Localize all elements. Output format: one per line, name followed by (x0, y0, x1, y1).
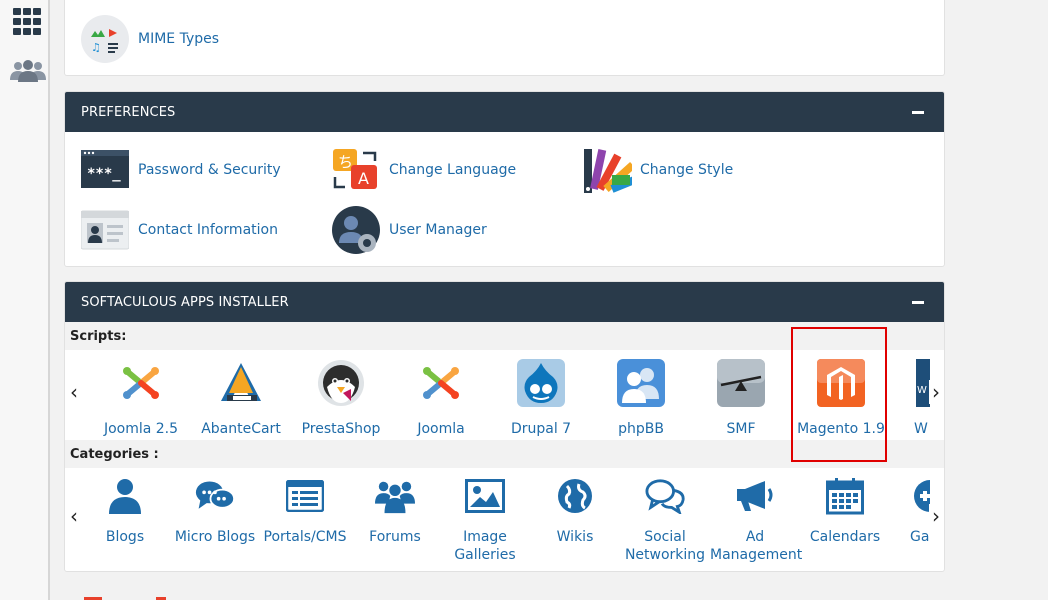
apps-grid-icon[interactable] (13, 8, 43, 36)
category-wikis[interactable]: Wikis (530, 476, 620, 546)
category-partial[interactable]: Ga (890, 476, 930, 546)
mime-types-icon: ♫ (80, 14, 130, 64)
category-portals-cms[interactable]: Portals/CMS (260, 476, 350, 546)
script-label: PrestaShop (301, 421, 381, 437)
user-manager-label: User Manager (389, 222, 487, 238)
script-phpbb[interactable]: phpBB (596, 358, 686, 438)
style-icon (582, 145, 632, 195)
softaculous-header[interactable]: SOFTACULOUS APPS INSTALLER (65, 282, 944, 322)
category-label: Social Networking (624, 529, 706, 563)
micro-blogs-icon (195, 476, 235, 516)
joomla-icon (416, 358, 466, 408)
password-icon: ***_ (80, 145, 130, 195)
category-label: Forums (369, 529, 421, 545)
preferences-header[interactable]: PREFERENCES (65, 92, 944, 132)
scripts-next-arrow[interactable]: › (929, 380, 943, 404)
category-blogs[interactable]: Blogs (80, 476, 170, 546)
category-forums[interactable]: Forums (350, 476, 440, 546)
partial-next-panel-icon (84, 597, 166, 600)
softaculous-title: SOFTACULOUS APPS INSTALLER (81, 294, 289, 310)
categories-next-arrow[interactable]: › (929, 504, 943, 528)
script-label: SMF (726, 421, 756, 437)
change-style-label: Change Style (640, 162, 734, 178)
category-label: Micro Blogs (174, 529, 256, 545)
drupal-icon (516, 358, 566, 408)
forums-icon (375, 476, 415, 516)
script-smf[interactable]: SMF (696, 358, 786, 438)
category-label: Blogs (105, 529, 145, 545)
script-prestashop[interactable]: PrestaShop (296, 358, 386, 438)
image-galleries-icon (465, 476, 505, 516)
change-language-label: Change Language (389, 162, 517, 178)
change-style-link[interactable]: Change Style (582, 145, 733, 195)
calendar-icon (825, 476, 865, 516)
language-icon: ち A (331, 145, 381, 195)
script-label: Joomla (417, 421, 465, 437)
script-partial[interactable]: W W (896, 358, 930, 438)
contact-information-label: Contact Information (138, 222, 278, 238)
prestashop-icon (316, 358, 366, 408)
category-label: Wikis (556, 529, 594, 545)
svg-text:***_: ***_ (87, 166, 121, 182)
script-label: W (914, 421, 928, 437)
megaphone-icon (735, 476, 775, 516)
mime-types-link[interactable]: ♫ MIME Types (80, 14, 219, 64)
category-label: Portals/CMS (263, 529, 347, 545)
files-panel: ♫ MIME Types (64, 0, 945, 76)
category-calendars[interactable]: Calendars (800, 476, 890, 546)
category-label: Calendars (809, 529, 881, 545)
category-micro-blogs[interactable]: Micro Blogs (170, 476, 260, 546)
games-icon (912, 476, 930, 516)
script-label: AbanteCart (201, 421, 281, 437)
smf-icon (716, 358, 766, 408)
script-label: Joomla 2.5 (103, 421, 179, 437)
highlight-box (791, 327, 887, 462)
password-security-link[interactable]: ***_ Password & Security (80, 145, 281, 195)
categories-carousel: ‹ Blogs Micro Blogs Portals/CMS Forums I… (65, 468, 944, 571)
svg-text:A: A (358, 169, 369, 188)
users-icon[interactable] (10, 58, 46, 82)
script-abantecart[interactable]: AbanteCart (196, 358, 286, 438)
portals-cms-icon (285, 476, 325, 516)
social-networking-icon (645, 476, 685, 516)
abantecart-icon (216, 358, 266, 408)
phpbb-icon (616, 358, 666, 408)
blogs-icon (105, 476, 145, 516)
category-label: Image Galleries (454, 529, 516, 563)
category-ad-management[interactable]: Ad Management (710, 476, 803, 564)
user-manager-link[interactable]: User Manager (331, 205, 487, 255)
mime-types-label: MIME Types (138, 31, 220, 47)
user-manager-icon (331, 205, 381, 255)
contact-icon (80, 205, 130, 255)
password-security-label: Password & Security (138, 162, 281, 178)
collapse-icon[interactable] (912, 300, 924, 304)
svg-text:W: W (917, 385, 927, 396)
category-image-galleries[interactable]: Image Galleries (440, 476, 530, 564)
category-label: Ga (910, 529, 930, 545)
joomla-icon (116, 358, 166, 408)
preferences-panel: PREFERENCES ***_ Password & Security ち A (64, 91, 945, 267)
script-label: Drupal 7 (510, 421, 572, 437)
svg-text:ち: ち (338, 153, 353, 171)
svg-text:♫: ♫ (91, 41, 101, 54)
category-social-networking[interactable]: Social Networking (620, 476, 710, 564)
contact-information-link[interactable]: Contact Information (80, 205, 278, 255)
scripts-prev-arrow[interactable]: ‹ (67, 380, 81, 404)
categories-prev-arrow[interactable]: ‹ (67, 504, 81, 528)
category-label: Ad Management (710, 529, 803, 563)
script-joomla[interactable]: Joomla (396, 358, 486, 438)
left-rail (0, 0, 50, 600)
script-joomla-25[interactable]: Joomla 2.5 (96, 358, 186, 438)
script-drupal-7[interactable]: Drupal 7 (496, 358, 586, 438)
script-label: phpBB (618, 421, 664, 437)
wikis-icon (555, 476, 595, 516)
collapse-icon[interactable] (912, 110, 924, 114)
wordpress-icon: W (916, 358, 930, 408)
change-language-link[interactable]: ち A Change Language (331, 145, 516, 195)
preferences-title: PREFERENCES (81, 104, 176, 120)
